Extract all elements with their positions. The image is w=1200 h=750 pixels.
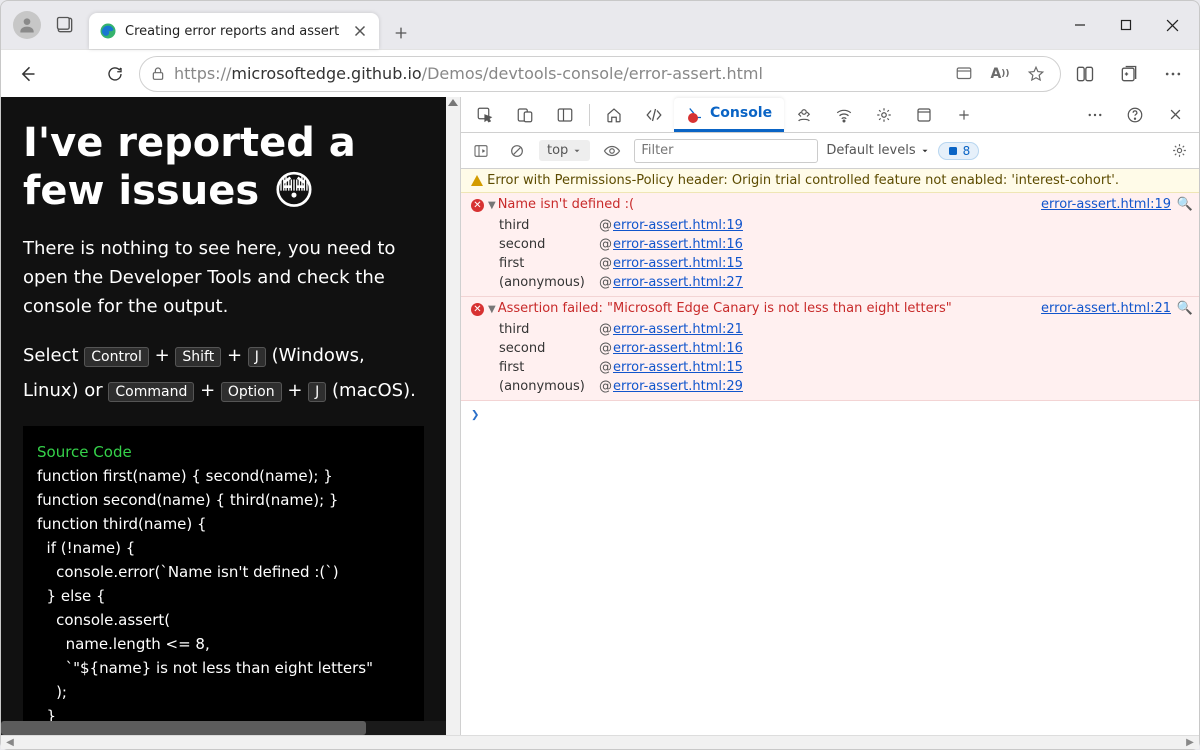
tab-welcome[interactable] [594, 98, 634, 132]
more-tabs-button[interactable] [944, 98, 984, 132]
workspaces-icon[interactable] [45, 5, 85, 45]
tab-performance-icon[interactable] [864, 98, 904, 132]
console-message-error[interactable]: ✕▼Name isn't defined :( error-assert.htm… [461, 193, 1199, 297]
window-horizontal-scrollbar[interactable]: ◀▶ [1, 735, 1199, 749]
source-link[interactable]: error-assert.html:19 [1041, 197, 1171, 212]
clear-console-icon[interactable] [503, 137, 531, 165]
search-icon[interactable]: 🔍 [1177, 301, 1193, 316]
tab-network-icon[interactable] [824, 98, 864, 132]
error-icon: ✕ [471, 303, 484, 316]
issues-counter[interactable]: 8 [938, 142, 980, 160]
devtools-more-icon[interactable] [1075, 98, 1115, 132]
profile-avatar[interactable] [13, 11, 41, 39]
edge-favicon-icon [99, 22, 117, 40]
devtools-help-icon[interactable] [1115, 98, 1155, 132]
log-levels-selector[interactable]: Default levels [826, 143, 929, 158]
tab-console-label: Console [710, 105, 772, 121]
console-settings-icon[interactable] [1165, 137, 1193, 165]
live-expression-icon[interactable] [598, 137, 626, 165]
favorite-icon[interactable] [1022, 60, 1050, 88]
devtools-close-icon[interactable] [1155, 98, 1195, 132]
page-intro: There is nothing to see here, you need t… [23, 235, 424, 321]
nav-toolbar: https://microsoftedge.github.io/Demos/de… [1, 49, 1199, 97]
window-close-button[interactable] [1149, 5, 1195, 45]
scroll-up-icon[interactable] [448, 99, 458, 106]
split-screen-icon[interactable] [1065, 54, 1105, 94]
tab-sources-icon[interactable] [784, 98, 824, 132]
source-link[interactable]: error-assert.html:21 [1041, 301, 1171, 316]
devtools-panel: Console top Default levels 8 [460, 97, 1199, 735]
read-aloud-icon[interactable]: A)) [986, 60, 1014, 88]
devtools-splitter[interactable] [446, 97, 460, 735]
expand-caret-icon[interactable]: ▼ [488, 200, 496, 211]
context-selector[interactable]: top [539, 140, 590, 161]
window-minimize-button[interactable] [1057, 5, 1103, 45]
refresh-button[interactable] [95, 54, 135, 94]
browser-tab[interactable]: Creating error reports and assert [89, 13, 379, 49]
console-message-error[interactable]: ✕▼Assertion failed: "Microsoft Edge Cana… [461, 297, 1199, 401]
menu-button[interactable] [1153, 54, 1193, 94]
title-bar: Creating error reports and assert [1, 1, 1199, 49]
console-prompt[interactable]: ❯ [461, 401, 1199, 429]
device-emulation-icon[interactable] [505, 98, 545, 132]
stack-trace: third@error-assert.html:21 second@error-… [499, 320, 1191, 396]
dock-side-icon[interactable] [545, 98, 585, 132]
filter-input[interactable] [634, 139, 818, 163]
keyboard-instructions: Select Control + Shift + J (Windows, Lin… [23, 339, 424, 407]
tab-close-icon[interactable] [351, 22, 369, 40]
page-horizontal-scrollbar[interactable] [1, 721, 446, 735]
warning-icon [471, 175, 483, 186]
devtools-tab-strip: Console [461, 97, 1199, 133]
console-toolbar: top Default levels 8 [461, 133, 1199, 169]
tab-elements[interactable] [634, 98, 674, 132]
stack-trace: third@error-assert.html:19 second@error-… [499, 216, 1191, 292]
window-maximize-button[interactable] [1103, 5, 1149, 45]
forward-button [51, 54, 91, 94]
toggle-sidebar-icon[interactable] [467, 137, 495, 165]
page-content: I've reported a few issues 😳 There is no… [1, 97, 446, 735]
collections-icon[interactable] [1109, 54, 1149, 94]
url-text: https://microsoftedge.github.io/Demos/de… [174, 64, 942, 83]
page-heading: I've reported a few issues 😳 [23, 119, 424, 215]
tab-application-icon[interactable] [904, 98, 944, 132]
expand-caret-icon[interactable]: ▼ [488, 304, 496, 315]
source-code-box: Source Code function first(name) { secon… [23, 426, 424, 735]
lock-icon [150, 66, 166, 82]
tab-console[interactable]: Console [674, 98, 784, 132]
console-output: Error with Permissions-Policy header: Or… [461, 169, 1199, 735]
console-message-warning[interactable]: Error with Permissions-Policy header: Or… [461, 169, 1199, 193]
new-tab-button[interactable] [385, 17, 417, 49]
inspect-element-icon[interactable] [465, 98, 505, 132]
address-bar[interactable]: https://microsoftedge.github.io/Demos/de… [139, 56, 1061, 92]
error-icon: ✕ [471, 199, 484, 212]
search-icon[interactable]: 🔍 [1177, 197, 1193, 212]
app-mode-icon[interactable] [950, 60, 978, 88]
back-button[interactable] [7, 54, 47, 94]
tab-title: Creating error reports and assert [125, 24, 343, 39]
